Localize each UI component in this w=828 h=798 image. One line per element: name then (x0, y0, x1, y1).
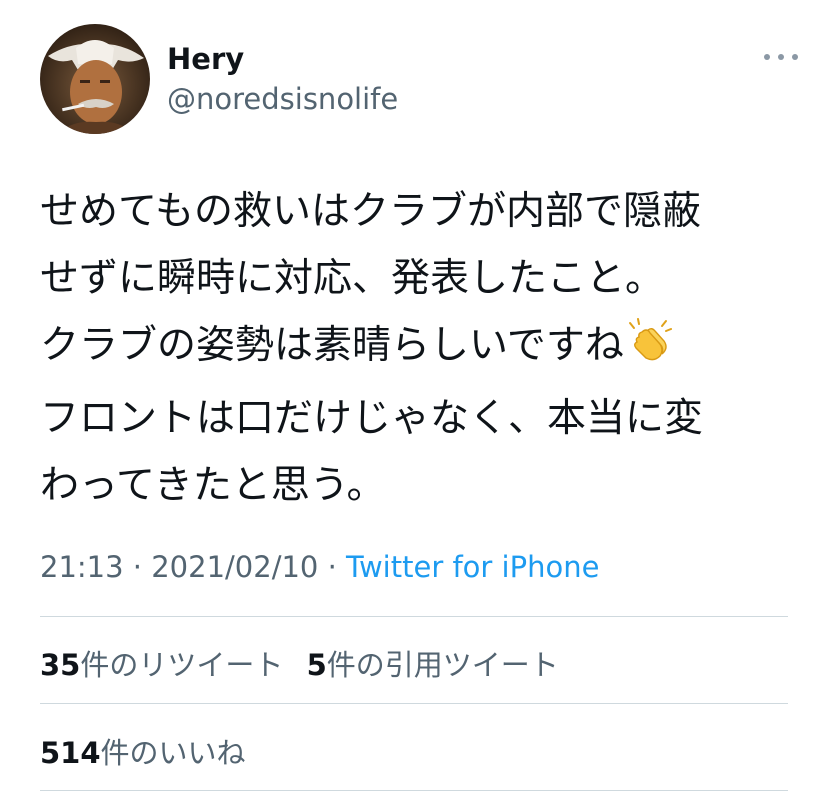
tweet-meta: 21:13 · 2021/02/10 · Twitter for iPhone (40, 550, 599, 584)
tweet-text-line: せずに瞬時に対応、発表したこと。 (40, 256, 665, 301)
quotes-stat[interactable]: 5件の引用ツイート (307, 648, 559, 682)
retweet-stats-row: 35件のリツイート 5件の引用ツイート (40, 642, 559, 684)
likes-stat[interactable]: 514件のいいね (40, 736, 246, 770)
retweets-label: 件のリツイート (80, 648, 284, 682)
tweet-header: Hery @noredsisnolife (40, 24, 800, 136)
clapping-hands-icon (626, 318, 672, 385)
meta-separator: · (327, 550, 337, 584)
avatar[interactable] (40, 24, 150, 134)
author-name[interactable]: Hery (167, 42, 244, 76)
tweet-date[interactable]: 2021/02/10 (151, 550, 318, 584)
tweet-text-line: フロントは口だけじゃなく、本当に変 (40, 396, 704, 441)
tweet-text-line: クラブの姿勢は素晴らしいですね (40, 323, 624, 368)
more-dot (792, 54, 798, 60)
tweet-text-line-with-emoji: クラブの姿勢は素晴らしいですね (40, 312, 800, 385)
tweet-text: せめてもの救いはクラブが内部で隠蔽 せずに瞬時に対応、発表したこと。 クラブの姿… (40, 178, 800, 519)
quotes-label: 件の引用ツイート (326, 648, 559, 682)
divider (40, 616, 788, 617)
more-horizontal-icon[interactable] (764, 50, 798, 64)
likes-count: 514 (40, 736, 101, 770)
tweet-text-line: わってきたと思う。 (40, 463, 386, 508)
more-dot (778, 54, 784, 60)
quotes-count: 5 (306, 648, 327, 682)
tweet-source-link[interactable]: Twitter for iPhone (346, 550, 599, 584)
author-handle[interactable]: @noredsisnolife (167, 82, 398, 116)
meta-separator: · (132, 550, 143, 584)
divider (40, 703, 788, 704)
tweet-time[interactable]: 21:13 (40, 550, 124, 584)
divider (40, 790, 788, 791)
likes-stats-row: 514件のいいね (40, 730, 246, 772)
retweets-count: 35 (40, 648, 81, 682)
retweets-stat[interactable]: 35件のリツイート (40, 648, 283, 682)
tweet-text-line: せめてもの救いはクラブが内部で隠蔽 (40, 189, 702, 234)
more-dot (764, 54, 770, 60)
likes-label: 件のいいね (100, 736, 246, 770)
